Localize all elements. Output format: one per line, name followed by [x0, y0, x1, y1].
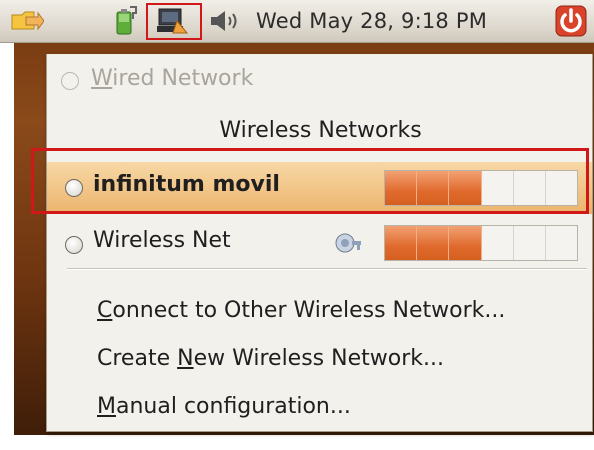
- top-panel: Wed May 28, 9:18 PM: [0, 0, 594, 43]
- connect-other-wireless-item[interactable]: Connect to Other Wireless Network...: [97, 298, 505, 323]
- network-icon-highlight: [146, 3, 202, 40]
- signal-strength-bar: [384, 225, 578, 261]
- signal-segment: [546, 226, 577, 260]
- signal-segment: [385, 226, 418, 260]
- encryption-key-icon: [335, 233, 361, 253]
- network-menu: Wired Network Wireless Networks infinitu…: [46, 54, 593, 432]
- screen: Wed May 28, 9:18 PM Wired Network Wirele…: [0, 0, 594, 450]
- folder-arrow-icon[interactable]: [10, 7, 44, 35]
- wireless-networks-heading: Wireless Networks: [219, 118, 422, 143]
- signal-segment: [417, 226, 450, 260]
- power-icon[interactable]: [555, 5, 587, 37]
- signal-segment: [449, 226, 482, 260]
- battery-power-icon[interactable]: [108, 5, 140, 37]
- selected-network-highlight-box: [31, 148, 589, 214]
- wired-network-radio: [61, 72, 79, 90]
- signal-segment: [514, 226, 546, 260]
- clock[interactable]: Wed May 28, 9:18 PM: [256, 9, 487, 33]
- network-radio-wireless-net[interactable]: [65, 236, 83, 254]
- manual-configuration-item[interactable]: Manual configuration...: [97, 394, 351, 419]
- wired-network-item: Wired Network: [91, 66, 254, 91]
- create-new-wireless-item[interactable]: Create New Wireless Network...: [97, 346, 444, 371]
- signal-segment: [482, 226, 514, 260]
- volume-icon[interactable]: [209, 8, 249, 34]
- network-name-wireless-net[interactable]: Wireless Net: [93, 228, 231, 253]
- menu-separator: [67, 268, 587, 270]
